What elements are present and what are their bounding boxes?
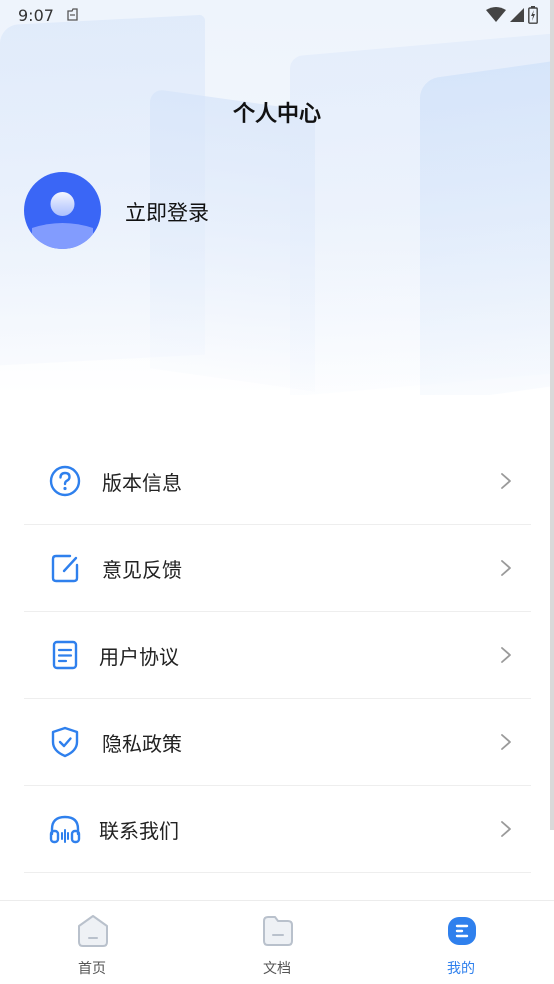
document-icon bbox=[52, 640, 78, 670]
chevron-right-icon bbox=[501, 734, 511, 750]
clipboard-icon bbox=[67, 8, 78, 21]
status-time: 9:07 bbox=[18, 6, 54, 25]
menu-item-privacy-policy[interactable]: 隐私政策 bbox=[24, 699, 531, 786]
login-link[interactable]: 立即登录 bbox=[125, 197, 209, 227]
menu-item-label: 联系我们 bbox=[99, 819, 179, 843]
headset-icon bbox=[49, 815, 81, 844]
home-icon bbox=[78, 915, 108, 947]
edit-note-icon bbox=[51, 554, 79, 583]
menu-item-label: 意见反馈 bbox=[102, 558, 182, 582]
avatar[interactable] bbox=[24, 172, 101, 249]
scrollbar[interactable] bbox=[550, 0, 554, 830]
status-bar: 9:07 bbox=[0, 0, 554, 32]
battery-icon bbox=[528, 6, 538, 24]
menu-item-feedback[interactable]: 意见反馈 bbox=[24, 525, 531, 612]
menu-item-label: 用户协议 bbox=[99, 645, 179, 669]
user-avatar-icon bbox=[32, 192, 93, 249]
page-title: 个人中心 bbox=[232, 102, 321, 127]
tab-label: 我的 bbox=[447, 961, 475, 977]
chevron-right-icon bbox=[501, 473, 511, 489]
menu-item-contact-us[interactable]: 联系我们 bbox=[24, 786, 531, 873]
bottom-tab-bar: 首页 文档 我的 bbox=[0, 900, 554, 984]
question-circle-icon bbox=[49, 465, 81, 497]
signal-icon bbox=[510, 8, 524, 22]
tab-home[interactable]: 首页 bbox=[0, 901, 184, 984]
tab-label: 首页 bbox=[78, 961, 106, 977]
shield-check-icon bbox=[51, 726, 79, 758]
folder-icon bbox=[263, 916, 293, 946]
chevron-right-icon bbox=[501, 821, 511, 837]
menu-item-label: 隐私政策 bbox=[102, 732, 182, 756]
menu-item-user-agreement[interactable]: 用户协议 bbox=[24, 612, 531, 699]
tab-label: 文档 bbox=[263, 961, 291, 977]
chevron-right-icon bbox=[501, 560, 511, 576]
profile-icon bbox=[448, 917, 476, 945]
wifi-icon bbox=[486, 7, 506, 22]
tab-documents[interactable]: 文档 bbox=[185, 901, 369, 984]
menu-item-version[interactable]: 版本信息 bbox=[24, 438, 531, 525]
tab-mine[interactable]: 我的 bbox=[369, 901, 553, 984]
chevron-right-icon bbox=[501, 647, 511, 663]
settings-menu: 版本信息 意见反馈 用户协议 隐私政策 联系我们 bbox=[24, 438, 531, 873]
menu-item-label: 版本信息 bbox=[102, 471, 182, 495]
